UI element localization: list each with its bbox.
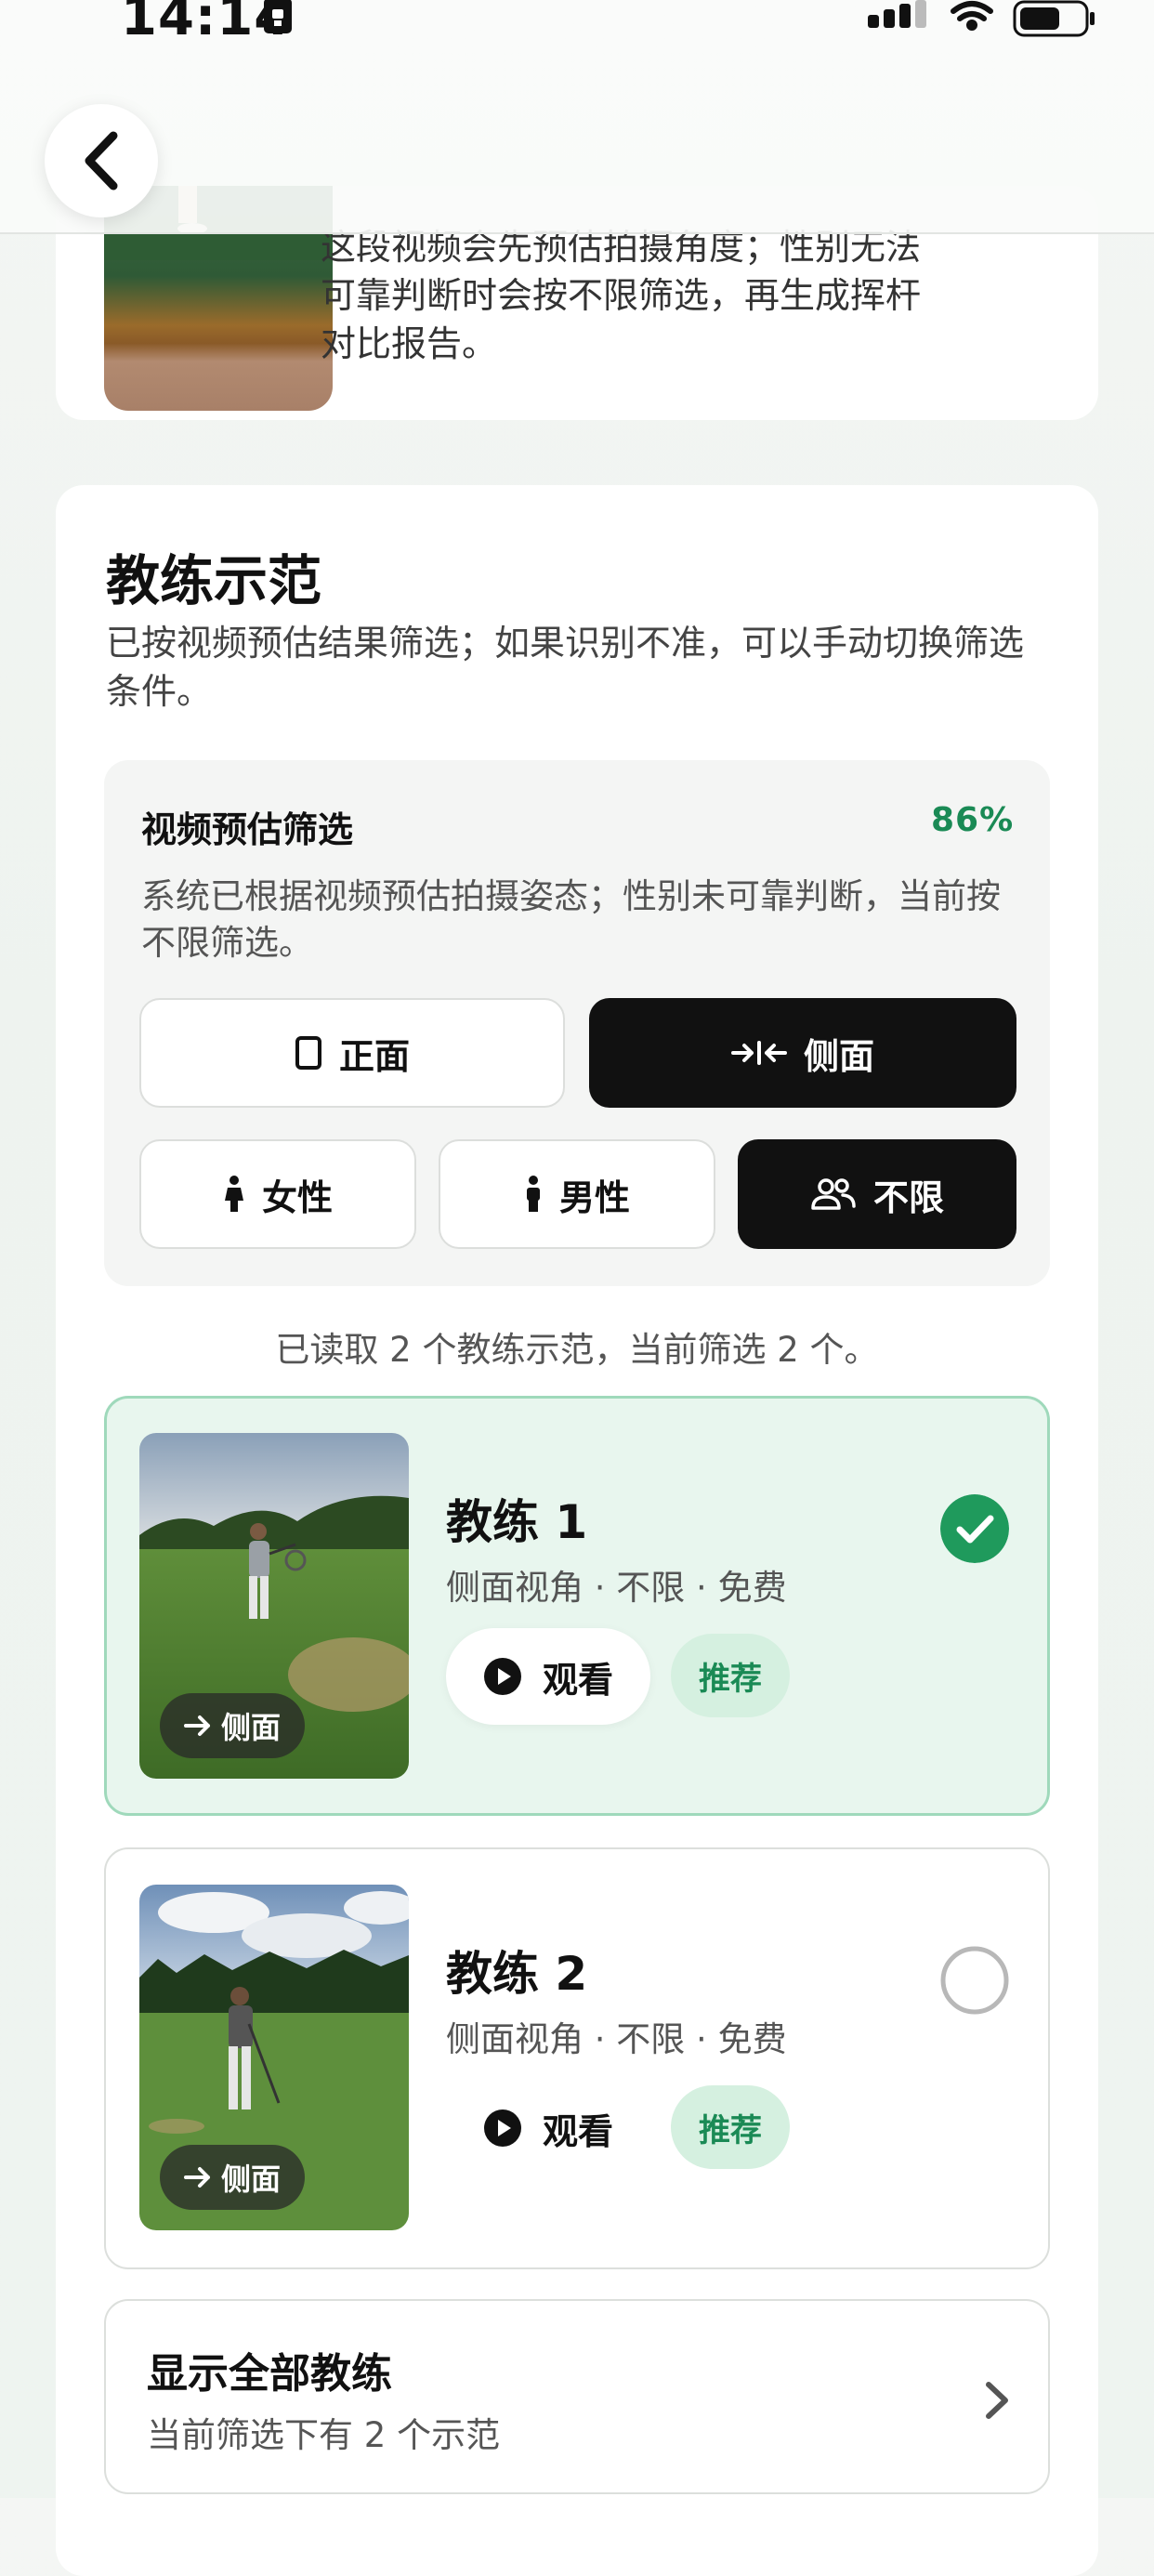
coach-name: 教练 1 [446, 1495, 588, 1549]
coach-2-watch-button[interactable]: 观看 [446, 2080, 650, 2176]
confidence-percent: 86% [931, 801, 1015, 839]
section-subtitle: 已按视频预估结果筛选；如果识别不准，可以手动切换筛选条件。 [106, 623, 1025, 712]
unselected-radio-icon[interactable] [940, 1946, 1009, 2015]
arrow-right-icon [184, 1715, 210, 1736]
gender-female-button[interactable]: 女性 [139, 1139, 416, 1249]
coach-meta: 侧面视角 · 不限 · 免费 [446, 2019, 787, 2059]
filter-count-note: 已读取 2 个教练示范，当前筛选 2 个。 [275, 1330, 879, 1370]
chevron-right-icon [986, 2382, 1008, 2419]
show-all-subtitle: 当前筛选下有 2 个示范 [147, 2415, 501, 2455]
recommended-tag: 推荐 [671, 2085, 790, 2169]
female-figure-icon [223, 1175, 245, 1214]
lock-icon [264, 0, 292, 33]
phone-portrait-icon [295, 1035, 322, 1071]
chevron-left-icon [85, 131, 118, 191]
status-indicators [868, 0, 1095, 37]
status-bar: 14:14 [0, 0, 1154, 56]
gender-any-button[interactable]: 不限 [738, 1139, 1016, 1249]
wifi-icon [951, 1, 993, 31]
arrows-inward-icon [730, 1039, 787, 1067]
angle-badge: 侧面 [160, 1693, 306, 1758]
people-icon [810, 1177, 857, 1211]
angle-side-button[interactable]: 侧面 [589, 998, 1016, 1108]
male-figure-icon [524, 1175, 543, 1214]
video-summary-text: 这段视频会先预估拍摄角度；性别无法可靠判断时会按不限筛选，再生成挥杆对比报告。 [321, 227, 922, 364]
gender-male-button[interactable]: 男性 [439, 1139, 715, 1249]
coach-1-video-thumbnail[interactable]: 侧面 [139, 1433, 409, 1779]
show-all-title: 显示全部教练 [147, 2350, 392, 2398]
play-icon [484, 1658, 521, 1695]
coach-meta: 侧面视角 · 不限 · 免费 [446, 1568, 787, 1608]
filter-description: 系统已根据视频预估拍摄姿态；性别未可靠判断，当前按不限筛选。 [141, 876, 1001, 963]
coach-2-video-thumbnail[interactable]: 侧面 [139, 1885, 409, 2230]
coach-1-watch-button[interactable]: 观看 [446, 1628, 651, 1725]
cellular-signal-icon [868, 0, 926, 28]
battery-icon [1013, 0, 1095, 37]
coach-name: 教练 2 [446, 1947, 588, 2001]
recommended-tag: 推荐 [671, 1634, 790, 1717]
top-navigation-bar: 14:14 [0, 0, 1154, 234]
angle-badge: 侧面 [160, 2145, 306, 2210]
selected-check-icon[interactable] [940, 1494, 1009, 1563]
arrow-right-icon [184, 2167, 210, 2188]
section-title: 教练示范 [106, 549, 322, 612]
back-button[interactable] [45, 104, 158, 217]
filter-title: 视频预估筛选 [141, 809, 354, 850]
angle-front-button[interactable]: 正面 [139, 998, 565, 1108]
play-icon [484, 2109, 521, 2147]
